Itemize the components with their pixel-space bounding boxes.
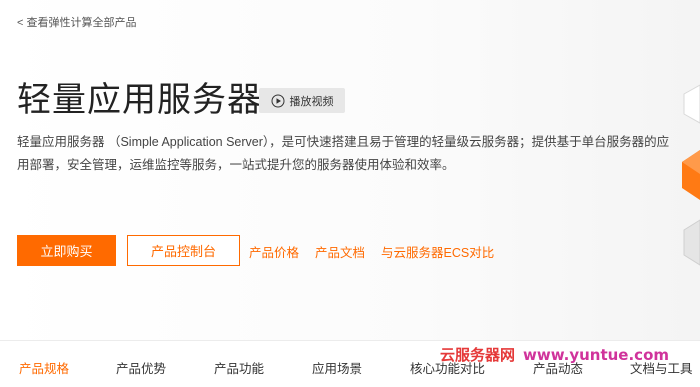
tabs-divider — [0, 340, 700, 341]
play-video-label: 播放视频 — [289, 95, 334, 108]
compare-ecs-link[interactable]: 与云服务器ECS对比 — [381, 242, 494, 261]
watermark-name: 云服务器网 — [440, 346, 516, 364]
buy-now-button[interactable]: 立即购买 — [17, 235, 116, 266]
page-title: 轻量应用服务器 — [17, 81, 262, 119]
tab-product-advantages[interactable]: 产品优势 — [116, 358, 166, 377]
product-console-button[interactable]: 产品控制台 — [127, 235, 240, 266]
tab-use-cases[interactable]: 应用场景 — [312, 358, 362, 377]
product-docs-link[interactable]: 产品文档 — [315, 242, 365, 261]
play-icon — [271, 94, 285, 108]
decorative-cubes-icon — [682, 84, 700, 266]
product-price-link[interactable]: 产品价格 — [249, 242, 299, 261]
tab-product-features[interactable]: 产品功能 — [214, 358, 264, 377]
hero-banner: < 查看弹性计算全部产品 轻量应用服务器 播放视频 轻量应用服务器 （Simpl… — [0, 0, 700, 340]
product-description: 轻量应用服务器 （Simple Application Server），是可快速… — [17, 135, 670, 172]
back-to-all-products-link[interactable]: < 查看弹性计算全部产品 — [17, 14, 136, 30]
watermark-url: www.yuntue.com — [523, 346, 670, 364]
watermark: 云服务器网 www.yuntue.com — [440, 344, 669, 365]
tab-product-specs[interactable]: 产品规格 — [19, 358, 69, 377]
play-video-button[interactable]: 播放视频 — [259, 88, 345, 113]
